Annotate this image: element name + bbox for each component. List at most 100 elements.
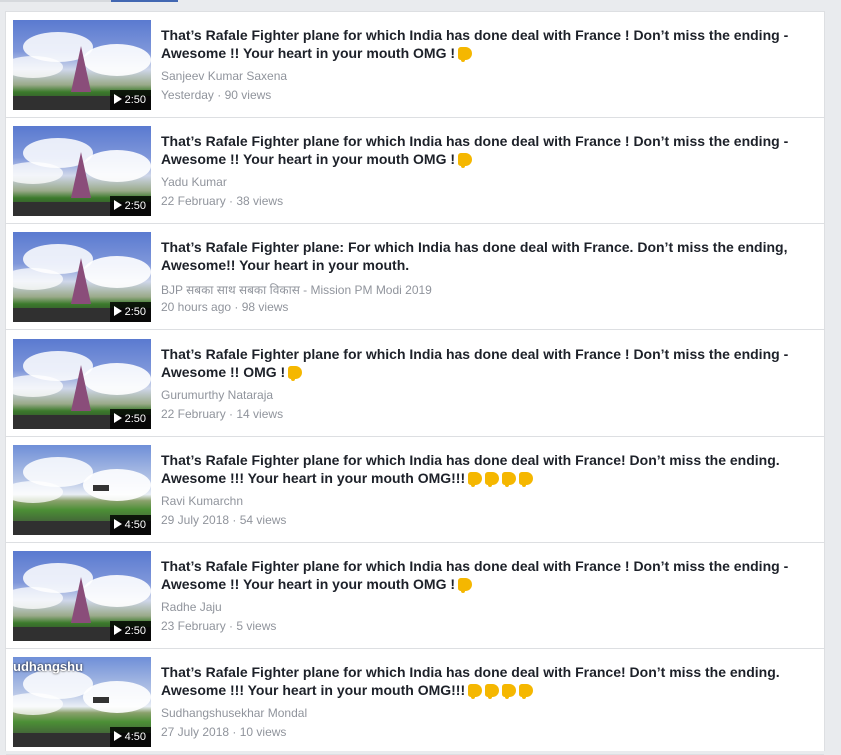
video-title-link[interactable]: That’s Rafale Fighter plane for which In… (161, 132, 811, 168)
video-thumbnail[interactable]: 2:50 (13, 20, 151, 110)
fighter-plane-shape (71, 152, 91, 198)
view-count: 54 views (239, 513, 287, 527)
video-author-link[interactable]: Sudhangshusekhar Mondal (161, 706, 307, 720)
video-date[interactable]: 27 July 2018 (161, 725, 229, 739)
pointing-down-emoji-icon (519, 472, 534, 487)
cloud-shape (13, 56, 63, 78)
duration-label: 2:50 (124, 94, 146, 106)
pointing-down-emoji-icon (502, 472, 517, 487)
fighter-plane-shape (71, 258, 91, 304)
video-date[interactable]: 20 hours ago (161, 300, 231, 314)
play-icon (113, 200, 122, 210)
video-title-link[interactable]: That’s Rafale Fighter plane: For which I… (161, 238, 811, 274)
meta-separator: · (225, 407, 237, 421)
video-author-link[interactable]: Ravi Kumarchn (161, 494, 243, 508)
duration-badge: 4:50 (109, 515, 151, 535)
video-results-list: 2:50 That’s Rafale Fighter plane for whic… (5, 11, 825, 755)
fighter-plane-shape (71, 46, 91, 92)
video-date[interactable]: Yesterday (161, 88, 214, 102)
cloud-shape (83, 363, 151, 395)
video-date[interactable]: 22 February (161, 194, 226, 208)
meta-separator: · (229, 513, 240, 527)
video-title-link[interactable]: That’s Rafale Fighter plane for which In… (161, 451, 811, 487)
video-thumbnail[interactable]: 2:50 (13, 232, 151, 322)
pointing-down-emoji-icon (519, 684, 534, 699)
top-divider (0, 0, 111, 2)
cloud-shape (83, 150, 151, 182)
video-author-link[interactable]: Sanjeev Kumar Saxena (161, 69, 287, 83)
video-thumbnail[interactable]: 2:50 (13, 339, 151, 429)
pointing-down-emoji-icon (485, 684, 500, 699)
fighter-plane-shape (71, 365, 91, 411)
duration-label: 2:50 (124, 413, 146, 425)
video-title-link[interactable]: That’s Rafale Fighter plane for which In… (161, 26, 811, 62)
video-list-item[interactable]: 2:50 That’s Rafale Fighter plane: For whi… (6, 224, 824, 330)
play-icon (113, 519, 122, 529)
video-meta: 22 February · 14 views (161, 407, 283, 421)
video-list-item[interactable]: udhangshu 4:50 That’s Rafale Fighter plane… (6, 649, 824, 755)
video-author-link[interactable]: Gurumurthy Nataraja (161, 388, 273, 402)
view-count: 90 views (224, 88, 272, 102)
video-date[interactable]: 22 February (161, 407, 226, 421)
video-meta: 23 February · 5 views (161, 619, 276, 633)
video-title-text: That’s Rafale Fighter plane for which In… (161, 346, 789, 380)
cloud-shape (83, 44, 151, 76)
video-title-text: That’s Rafale Fighter plane: For which I… (161, 239, 788, 273)
video-list-item[interactable]: 4:50 That’s Rafale Fighter plane for whic… (6, 437, 824, 543)
pointing-down-emoji-icon (458, 578, 473, 593)
play-icon (113, 625, 122, 635)
video-list-item[interactable]: 2:50 That’s Rafale Fighter plane for whic… (6, 118, 824, 224)
play-icon (113, 94, 122, 104)
video-author-link[interactable]: Yadu Kumar (161, 175, 227, 189)
video-title-text: That’s Rafale Fighter plane for which In… (161, 27, 789, 61)
cloud-shape (13, 587, 63, 609)
duration-label: 4:50 (124, 731, 146, 743)
cloud-shape (83, 256, 151, 288)
view-count: 38 views (236, 194, 284, 208)
duration-label: 2:50 (124, 200, 146, 212)
video-author-link[interactable]: BJP सबका साथ सबका विकास - Mission PM Mod… (161, 281, 432, 298)
pointing-down-emoji-icon (458, 47, 473, 62)
video-list-item[interactable]: 2:50 That’s Rafale Fighter plane for whic… (6, 331, 824, 437)
right-margin (825, 11, 841, 742)
duration-badge: 4:50 (109, 727, 151, 747)
cloud-shape (83, 575, 151, 607)
play-icon (113, 731, 122, 741)
fighter-plane-shape (93, 485, 109, 491)
video-meta: 27 July 2018 · 10 views (161, 725, 286, 739)
duration-badge: 2:50 (109, 302, 151, 322)
video-date[interactable]: 23 February (161, 619, 226, 633)
video-list-item[interactable]: 2:50 That’s Rafale Fighter plane for whic… (6, 12, 824, 118)
pointing-down-emoji-icon (485, 472, 500, 487)
video-title-link[interactable]: That’s Rafale Fighter plane for which In… (161, 663, 811, 699)
active-tab-indicator (111, 0, 178, 2)
video-meta: 20 hours ago · 98 views (161, 300, 288, 314)
fighter-plane-shape (93, 697, 109, 703)
video-title-link[interactable]: That’s Rafale Fighter plane for which In… (161, 345, 811, 381)
meta-separator: · (213, 88, 225, 102)
pointing-down-emoji-icon (288, 366, 303, 381)
duration-badge: 2:50 (109, 90, 151, 110)
meta-separator: · (225, 619, 237, 633)
video-thumbnail[interactable]: 2:50 (13, 126, 151, 216)
view-count: 5 views (236, 619, 277, 633)
video-date[interactable]: 29 July 2018 (161, 513, 229, 527)
video-list-item[interactable]: 2:50 That’s Rafale Fighter plane for whic… (6, 543, 824, 649)
view-count: 14 views (236, 407, 284, 421)
video-meta: 22 February · 38 views (161, 194, 283, 208)
video-thumbnail[interactable]: udhangshu 4:50 (13, 657, 151, 747)
duration-badge: 2:50 (109, 196, 151, 216)
video-author-link[interactable]: Radhe Jaju (161, 600, 222, 614)
duration-label: 2:50 (124, 625, 146, 637)
video-title-text: That’s Rafale Fighter plane for which In… (161, 558, 789, 592)
video-thumbnail[interactable]: 2:50 (13, 551, 151, 641)
meta-separator: · (225, 194, 237, 208)
pointing-down-emoji-icon (468, 472, 483, 487)
meta-separator: · (231, 300, 242, 314)
duration-label: 4:50 (124, 519, 146, 531)
video-thumbnail[interactable]: 4:50 (13, 445, 151, 535)
cloud-shape (13, 693, 63, 715)
video-title-link[interactable]: That’s Rafale Fighter plane for which In… (161, 557, 811, 593)
play-icon (113, 306, 122, 316)
cloud-shape (13, 162, 63, 184)
